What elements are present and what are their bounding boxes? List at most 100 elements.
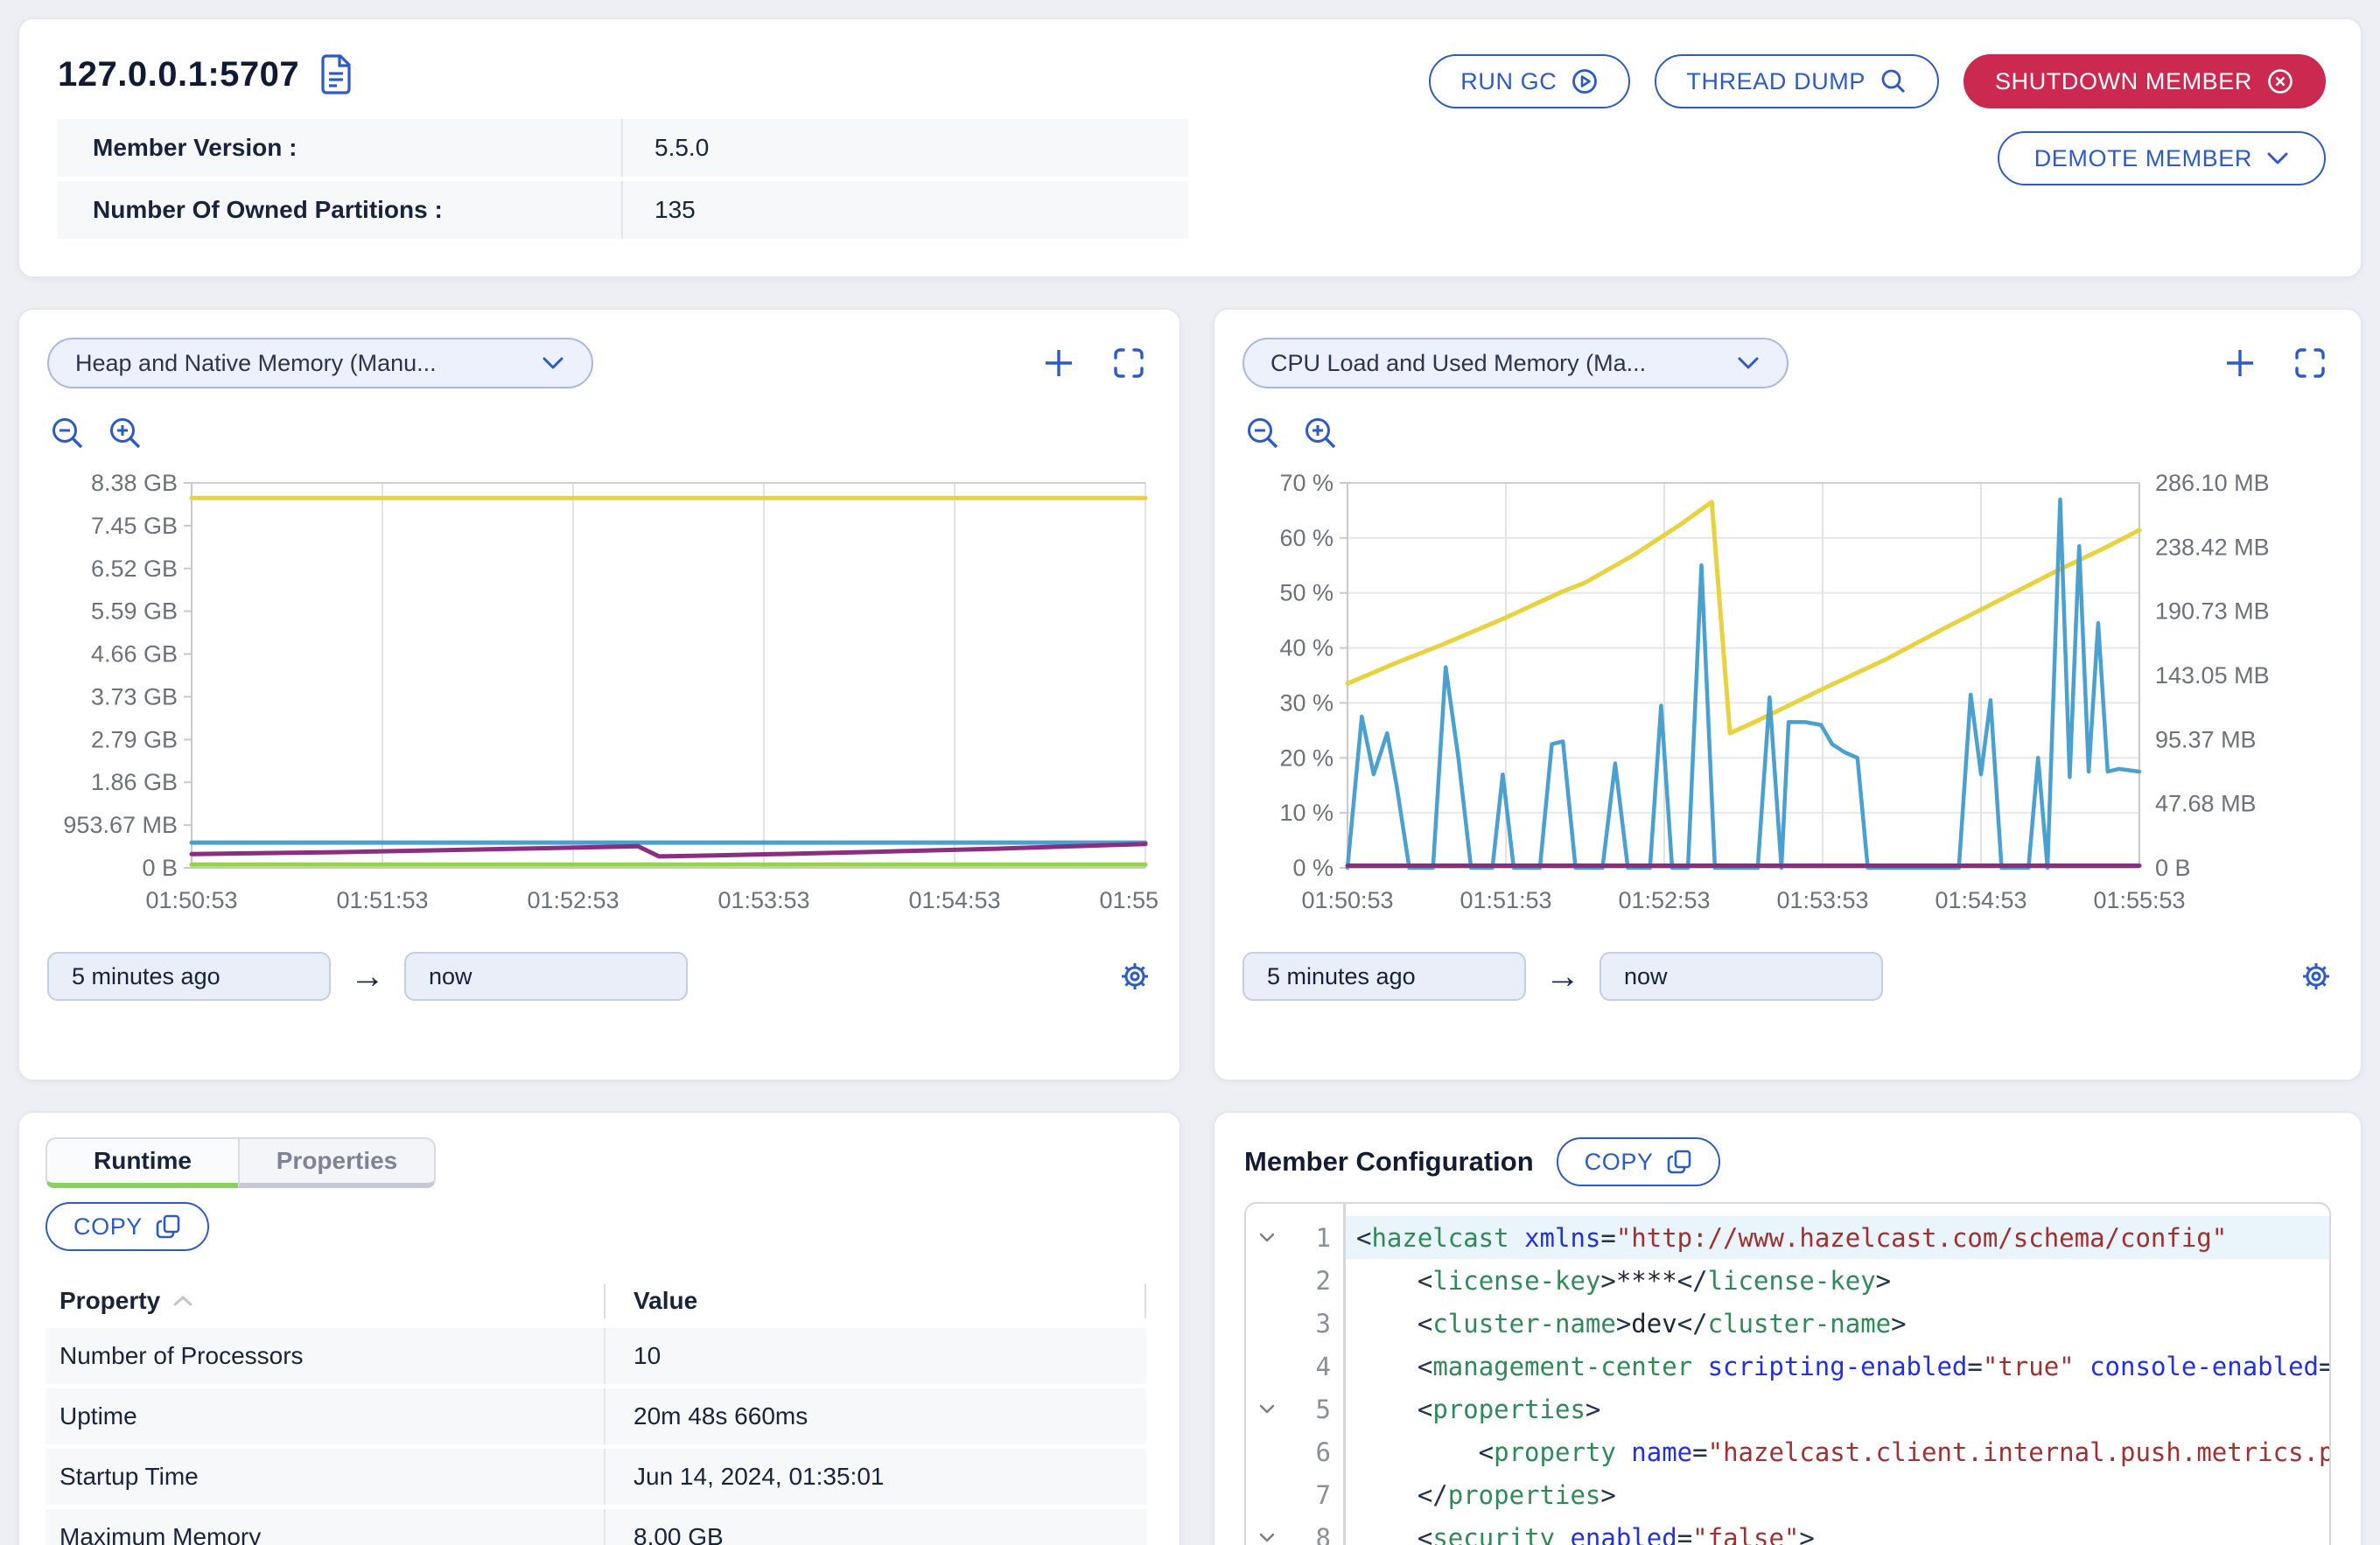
svg-text:40 %: 40 % [1279,635,1334,661]
thread-dump-button[interactable]: THREAD DUMP [1655,54,1939,108]
add-chart-icon[interactable] [1041,346,1076,381]
line-number: 1 [1288,1216,1343,1259]
add-chart-icon[interactable] [2222,346,2258,381]
copy-label: COPY [1585,1149,1654,1176]
svg-text:953.67 MB: 953.67 MB [63,812,178,838]
svg-text:01:54:53: 01:54:53 [1935,887,2026,913]
table-row: Number of Processors 10 [46,1328,1146,1384]
line-number: 3 [1288,1302,1343,1345]
code-line: <hazelcast xmlns="http://www.hazelcast.c… [1346,1216,2329,1259]
copy-configuration-button[interactable]: COPY [1557,1137,1720,1186]
line-number: 5 [1288,1388,1343,1430]
demote-member-button[interactable]: DEMOTE MEMBER [1998,131,2326,185]
sort-ascending-icon [172,1295,193,1307]
shutdown-member-label: SHUTDOWN MEMBER [1995,68,2252,95]
document-icon[interactable] [318,52,355,96]
table-row: Number Of Owned Partitions : 135 [58,181,1188,239]
chevron-down-icon [2266,151,2289,165]
chart-metric-selected-value: Heap and Native Memory (Manu... [75,350,437,377]
property-cell: Startup Time [46,1463,604,1491]
table-header: Property Value [46,1274,1146,1328]
code-content: <hazelcast xmlns="http://www.hazelcast.c… [1346,1204,2329,1545]
value-cell: 20m 48s 660ms [604,1388,1146,1444]
svg-text:01:50:53: 01:50:53 [1301,887,1393,913]
member-configuration-title: Member Configuration [1244,1146,1534,1178]
fullscreen-icon[interactable] [1111,346,1146,381]
fold-toggle-icon [1246,1345,1288,1388]
copy-runtime-button[interactable]: COPY [46,1202,209,1251]
page-title: 127.0.0.1:5707 [58,55,299,94]
svg-text:7.45 GB: 7.45 GB [91,513,178,539]
svg-text:0 %: 0 % [1292,855,1334,881]
header-actions: RUN GC THREAD DUMP [1429,54,2326,185]
runtime-card: Runtime Properties COPY Property [18,1111,1181,1545]
run-gc-button[interactable]: RUN GC [1429,54,1630,108]
line-number: 7 [1288,1473,1343,1516]
svg-text:01:50:53: 01:50:53 [145,887,237,913]
zoom-out-icon[interactable] [1244,415,1283,453]
svg-text:01:52:53: 01:52:53 [1618,887,1710,913]
svg-text:5.59 GB: 5.59 GB [91,598,178,625]
value-cell: 10 [604,1328,1146,1384]
time-to-input[interactable] [404,952,688,1001]
property-cell: Maximum Memory [46,1523,604,1545]
tab-runtime[interactable]: Runtime [46,1137,238,1188]
arrow-right-icon: → [1545,959,1580,994]
fold-toggle-icon [1246,1473,1288,1516]
configuration-code-editor[interactable]: 123456789 <hazelcast xmlns="http://www.h… [1244,1202,2331,1545]
member-header-card: 127.0.0.1:5707 Member Version : 5.5.0 Nu… [18,17,2362,278]
chevron-down-icon [1736,355,1760,371]
heap-native-memory-chart[interactable]: 8.38 GB7.45 GB6.52 GB5.59 GB4.66 GB3.73 … [47,464,1158,922]
copy-label: COPY [74,1213,143,1241]
code-line: <license-key>****</license-key> [1346,1259,2329,1302]
search-icon [1880,67,1908,95]
chart-settings-gear-icon[interactable] [2300,960,2333,993]
arrow-right-icon: → [350,959,385,994]
line-number: 8 [1288,1516,1343,1545]
code-line: <properties> [1346,1388,2329,1430]
column-header-label: Value [634,1287,697,1315]
svg-text:70 %: 70 % [1279,470,1334,496]
fold-toggle-icon[interactable] [1246,1388,1288,1430]
chart-metric-select[interactable]: Heap and Native Memory (Manu... [47,338,593,388]
fold-toggle-icon[interactable] [1246,1216,1288,1259]
zoom-in-icon[interactable] [1302,415,1340,453]
line-number: 4 [1288,1345,1343,1388]
fold-toggle-icon [1246,1302,1288,1345]
code-line: </properties> [1346,1473,2329,1516]
svg-text:10 %: 10 % [1279,800,1334,826]
chart-settings-gear-icon[interactable] [1118,960,1152,993]
copy-icon [1666,1149,1692,1175]
table-row: Uptime 20m 48s 660ms [46,1388,1146,1444]
code-line: <security enabled="false"> [1346,1516,2329,1545]
svg-text:20 %: 20 % [1279,745,1334,771]
runtime-tabs: Runtime Properties [46,1137,1153,1188]
zoom-out-icon[interactable] [49,415,88,453]
tab-properties[interactable]: Properties [238,1137,436,1188]
column-header-property[interactable]: Property [46,1287,604,1315]
chart-metric-select[interactable]: CPU Load and Used Memory (Ma... [1242,338,1788,388]
svg-text:60 %: 60 % [1279,525,1334,551]
svg-text:2.79 GB: 2.79 GB [91,726,178,752]
column-header-label: Property [60,1287,160,1315]
time-from-input[interactable] [1242,952,1526,1001]
value-cell: 8.00 GB [604,1509,1146,1545]
code-line: <cluster-name>dev</cluster-name> [1346,1302,2329,1345]
time-to-input[interactable] [1600,952,1883,1001]
svg-text:01:53:53: 01:53:53 [1776,887,1868,913]
table-row: Maximum Memory 8.00 GB [46,1509,1146,1545]
fullscreen-icon[interactable] [2292,346,2328,381]
fold-toggle-icon[interactable] [1246,1516,1288,1545]
column-header-value[interactable]: Value [604,1283,1146,1318]
bottom-row: Runtime Properties COPY Property [18,1111,2362,1545]
info-value: 5.5.0 [623,134,709,162]
shutdown-member-button[interactable]: SHUTDOWN MEMBER [1964,54,2326,108]
svg-text:0 B: 0 B [142,855,178,881]
svg-text:01:54:53: 01:54:53 [908,887,1000,913]
time-from-input[interactable] [47,952,331,1001]
cpu-used-memory-chart[interactable]: 70 %60 %50 %40 %30 %20 %10 %0 %286.10 MB… [1242,464,2341,922]
code-line: <property name="hazelcast.client.interna… [1346,1430,2329,1473]
copy-icon [155,1213,181,1240]
svg-text:01:53:53: 01:53:53 [718,887,809,913]
zoom-in-icon[interactable] [107,415,145,453]
